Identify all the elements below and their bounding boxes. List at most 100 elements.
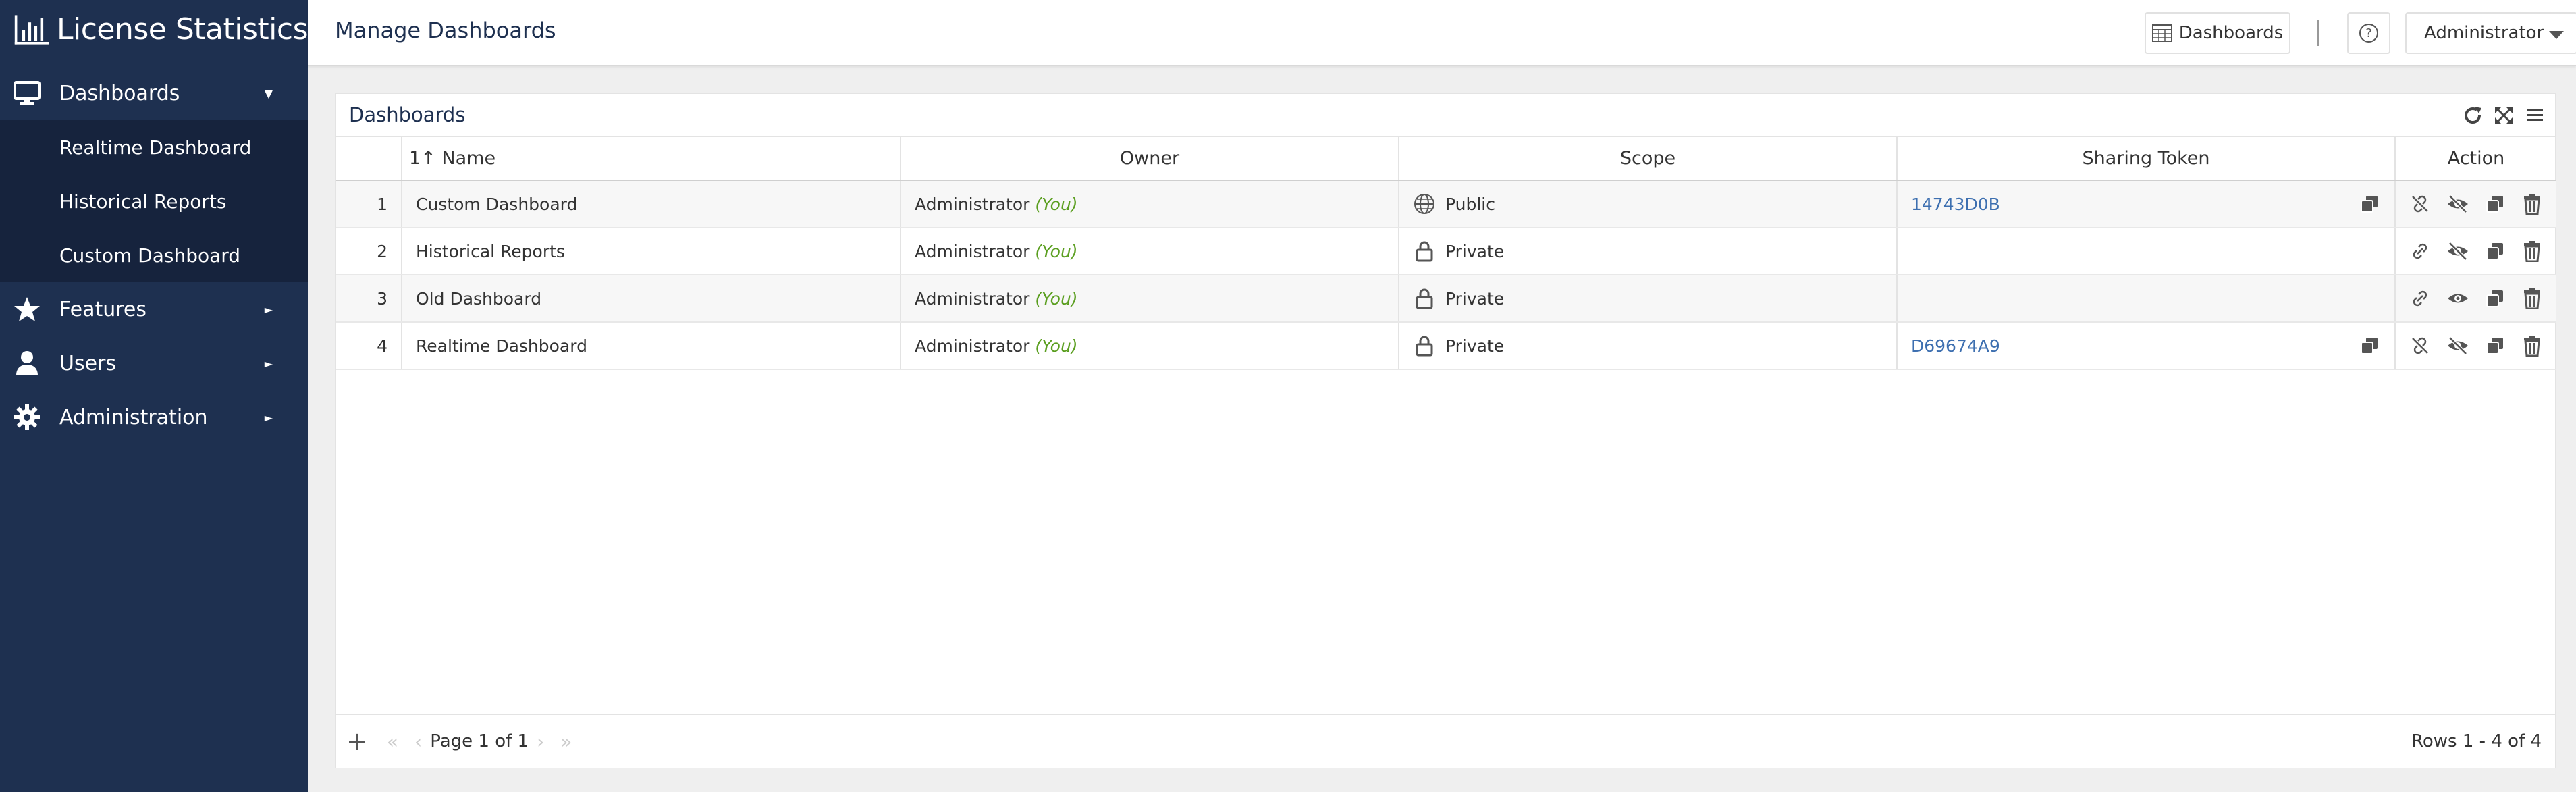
action-cell [2395, 322, 2556, 370]
trash-icon[interactable] [2521, 240, 2543, 263]
user-icon [14, 350, 41, 377]
link-icon[interactable] [2409, 287, 2432, 310]
refresh-icon[interactable] [2462, 105, 2484, 126]
sidebar-item-administration[interactable]: Administration ► [0, 390, 308, 444]
column-header-sharing-token[interactable]: Sharing Token [1897, 137, 2396, 181]
caret-right-icon: ► [264, 302, 273, 316]
table-row[interactable]: 1 Custom Dashboard Administrator (You) P… [336, 180, 2556, 228]
dashboards-button[interactable]: Dashboards [2145, 12, 2290, 54]
sharing-token-link[interactable]: D69674A9 [1911, 336, 2000, 356]
copy-icon[interactable] [2484, 287, 2506, 310]
scope-label: Private [1445, 288, 1505, 309]
lock-icon [1413, 240, 1436, 263]
column-header-name[interactable]: 1↑ Name [402, 137, 901, 181]
copy-icon[interactable] [2358, 334, 2381, 357]
scope-cell: Private [1399, 275, 1898, 323]
trash-icon[interactable] [2521, 287, 2543, 310]
sidebar-item-label: Administration [59, 405, 208, 429]
header-divider [2317, 20, 2319, 46]
lock-icon [1413, 334, 1436, 357]
copy-icon[interactable] [2484, 192, 2506, 215]
submenu-item-custom-dashboard[interactable]: Custom Dashboard [0, 228, 308, 282]
trash-icon[interactable] [2521, 192, 2543, 215]
submenu-item-realtime-dashboard[interactable]: Realtime Dashboard [0, 120, 308, 174]
unlink-icon[interactable] [2409, 192, 2432, 215]
scope-cell: Private [1399, 322, 1898, 370]
last-page-icon[interactable]: » [560, 731, 572, 753]
dashboards-panel: Dashboards 1↑ Name Owner Scope Sharing T… [335, 93, 2556, 768]
owner-cell: Administrator (You) [901, 275, 1399, 323]
copy-icon[interactable] [2358, 192, 2381, 215]
table-footer: + « ‹ Page 1 of 1 › » Rows 1 - 4 of 4 [336, 714, 2555, 768]
dashboards-button-label: Dashboards [2178, 23, 2284, 43]
dashboard-name: Historical Reports [402, 228, 901, 275]
unlink-icon[interactable] [2409, 334, 2432, 357]
row-index: 3 [336, 275, 402, 323]
owner-cell: Administrator (You) [901, 180, 1399, 228]
monitor-icon [14, 80, 41, 107]
user-menu-label: Administrator [2424, 23, 2544, 43]
sidebar-item-dashboards[interactable]: Dashboards ▼ [0, 66, 308, 120]
column-header-action: Action [2395, 137, 2556, 181]
owner-you-tag: (You) [1035, 194, 1078, 214]
caret-right-icon: ► [264, 357, 273, 370]
page-current[interactable]: 1 [478, 731, 489, 751]
top-header: Manage Dashboards Dashboards ? Administr… [308, 0, 2576, 66]
next-page-icon[interactable]: › [537, 731, 544, 753]
scope-cell: Private [1399, 228, 1898, 275]
add-icon[interactable]: + [346, 729, 368, 754]
copy-icon[interactable] [2484, 334, 2506, 357]
column-header-owner[interactable]: Owner [901, 137, 1399, 181]
link-icon[interactable] [2409, 240, 2432, 263]
owner-name: Administrator [915, 241, 1030, 261]
first-page-icon[interactable]: « [387, 731, 398, 753]
page-total: of 1 [495, 731, 529, 751]
eye-slash-icon[interactable] [2446, 192, 2469, 215]
dashboard-name: Old Dashboard [402, 275, 901, 323]
owner-you-tag: (You) [1035, 241, 1078, 261]
column-header-scope[interactable]: Scope [1399, 137, 1898, 181]
svg-text:?: ? [2365, 26, 2372, 41]
submenu-item-historical-reports[interactable]: Historical Reports [0, 174, 308, 228]
eye-slash-icon[interactable] [2446, 334, 2469, 357]
brand[interactable]: License Statistics [0, 0, 308, 59]
table-row[interactable]: 4 Realtime Dashboard Administrator (You)… [336, 322, 2556, 370]
dashboards-table: 1↑ Name Owner Scope Sharing Token Action… [336, 137, 2556, 370]
column-label: Name [441, 148, 496, 169]
scope-label: Public [1445, 194, 1495, 214]
action-cell [2395, 275, 2556, 323]
eye-icon[interactable] [2446, 287, 2469, 310]
sidebar-item-label: Dashboards [59, 81, 180, 105]
user-menu-button[interactable]: Administrator [2405, 12, 2576, 54]
sharing-token-cell [1897, 275, 2396, 323]
fullscreen-icon[interactable] [2493, 105, 2515, 126]
panel-header: Dashboards [336, 94, 2555, 137]
prev-page-icon[interactable]: ‹ [414, 731, 422, 753]
eye-slash-icon[interactable] [2446, 240, 2469, 263]
menu-icon[interactable] [2524, 105, 2546, 126]
column-header-index [336, 137, 402, 181]
sidebar-item-users[interactable]: Users ► [0, 336, 308, 390]
help-button[interactable]: ? [2347, 12, 2390, 54]
sharing-token-link[interactable]: 14743D0B [1911, 194, 2000, 214]
owner-cell: Administrator (You) [901, 228, 1399, 275]
trash-icon[interactable] [2521, 334, 2543, 357]
caret-down-icon [2549, 31, 2564, 39]
action-cell [2395, 228, 2556, 275]
table-row[interactable]: 2 Historical Reports Administrator (You)… [336, 228, 2556, 275]
row-index: 2 [336, 228, 402, 275]
panel-toolbar [2462, 105, 2546, 126]
bar-chart-logo-icon [14, 14, 49, 45]
panel-title: Dashboards [349, 103, 466, 126]
owner-you-tag: (You) [1035, 288, 1078, 309]
copy-icon[interactable] [2484, 240, 2506, 263]
star-icon [14, 296, 41, 323]
owner-name: Administrator [915, 336, 1030, 356]
sharing-token-cell: 14743D0B [1897, 180, 2396, 228]
dashboards-submenu: Realtime Dashboard Historical Reports Cu… [0, 120, 308, 282]
table-row[interactable]: 3 Old Dashboard Administrator (You) Priv… [336, 275, 2556, 323]
sidebar-item-label: Users [59, 351, 117, 375]
scope-label: Private [1445, 241, 1505, 261]
sidebar-item-features[interactable]: Features ► [0, 282, 308, 336]
sharing-token-cell: D69674A9 [1897, 322, 2396, 370]
